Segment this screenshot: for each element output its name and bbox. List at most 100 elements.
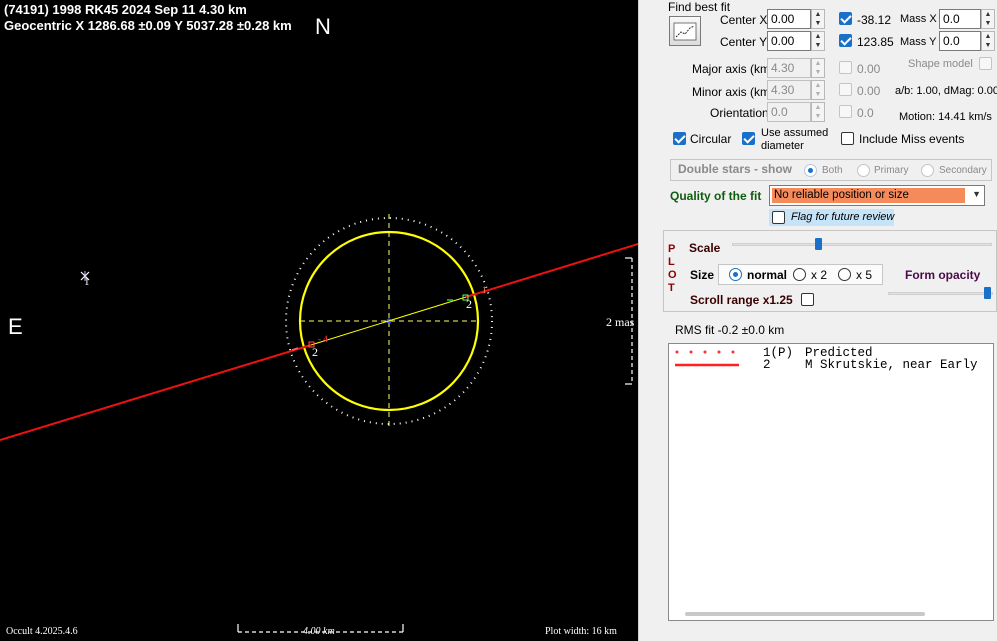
opacity-slider[interactable] [888,287,993,301]
geocentric-coords: Geocentric X 1286.68 ±0.09 Y 5037.28 ±0.… [4,18,292,33]
double-both-radio[interactable] [804,164,817,177]
star-label: 1 [84,276,90,288]
include-miss-checkbox[interactable] [841,132,854,145]
mass-y-input[interactable]: 0.0 [939,31,981,51]
mass-x-label: Mass X [900,13,937,25]
east-label: E [8,314,23,339]
ab-dmag-label: a/b: 1.00, dMag: 0.00 [895,85,997,97]
size-x5-label: x 5 [856,268,873,282]
plot-letter-t: T [668,282,675,294]
opacity-slider-thumb[interactable] [984,287,991,299]
flag-review-label: Flag for future review [791,211,895,223]
observer-line-swatch [675,363,739,367]
plot-width-label: Plot width: 16 km [545,626,617,637]
chord-line-west [0,344,312,441]
find-best-fit-label: Find best fit [668,0,731,14]
observer-legend[interactable]: 1(P) Predicted 2 M Skrutskie, near Early [668,343,994,621]
chord-tick-west: - 4 [318,334,328,344]
mass-y-spinner[interactable]: ▲ ▼ [981,31,995,51]
center-x-result: -38.12 [857,13,892,27]
scale-slider[interactable] [732,238,992,252]
minor-axis-label: Minor axis (km) [692,85,775,99]
center-y-spinner[interactable]: ▲ ▼ [811,31,825,51]
double-primary-radio[interactable] [857,164,870,177]
center-x-fit-checkbox[interactable] [839,12,852,25]
plot-canvas [0,214,638,633]
find-best-fit-button[interactable] [669,16,701,46]
size-normal-label: normal [747,268,788,282]
trend-chart-icon [673,22,697,41]
center-y-label: Center Y [720,35,768,49]
center-y-input[interactable]: 0.00 [767,31,811,51]
minor-axis-spinner[interactable]: ▲ ▼ [811,80,825,100]
circular-checkbox[interactable] [673,132,686,145]
scale-slider-thumb[interactable] [815,238,822,250]
center-x-label: Center X [720,13,768,27]
horizontal-scale-label: 4.00 km [303,626,335,637]
double-primary-label: Primary [874,165,909,176]
major-axis-spinner[interactable]: ▲ ▼ [811,58,825,78]
legend-row-observer: 2 M Skrutskie, near Early [673,358,993,373]
use-assumed-label-1: Use assumed [761,127,829,139]
orientation-result: 0.0 [857,106,874,120]
quality-label: Quality of the fit [670,189,762,203]
version-label: Occult 4.2025.4.6 [6,626,78,637]
size-normal-radio[interactable] [729,268,742,281]
rms-fit-label: RMS fit -0.2 ±0.0 km [675,323,785,337]
chord-label-east: 2 [466,297,472,311]
size-x2-radio[interactable] [793,268,806,281]
legend-text-observer: M Skrutskie, near Early [805,358,978,372]
mass-y-label: Mass Y [900,36,937,48]
use-assumed-diameter-checkbox[interactable] [742,132,755,145]
double-secondary-radio[interactable] [921,164,934,177]
plot-letter-p: P [668,243,676,255]
size-label: Size [690,268,715,282]
orientation-spinner[interactable]: ▲ ▼ [811,102,825,122]
north-label: N [315,14,331,39]
scale-slider-track [732,243,992,246]
size-x2-label: x 2 [811,268,828,282]
plot-letter-l: L [668,256,675,268]
quality-select[interactable]: No reliable position or size ▼ [769,185,985,206]
size-x5-radio[interactable] [838,268,851,281]
major-axis-label: Major axis (km) [692,62,775,76]
legend-hscroll[interactable] [685,612,925,616]
motion-label: Motion: 14.41 km/s [899,111,992,123]
plot-vertical-label: P L O T [668,243,677,295]
double-secondary-label: Secondary [939,165,987,176]
double-both-label: Both [822,165,843,176]
shape-model-checkbox[interactable] [979,57,992,70]
orientation-label: Orientation [710,106,769,120]
opacity-slider-track [888,292,993,295]
center-y-result: 123.85 [857,35,894,49]
include-miss-label: Include Miss events [859,132,965,146]
flag-review-checkbox[interactable] [772,211,785,224]
quality-value: No reliable position or size [772,188,965,203]
legend-num-observer: 2 [763,358,771,372]
use-assumed-label-2: diameter [761,140,804,152]
scroll-range-checkbox[interactable] [801,293,814,306]
double-stars-label: Double stars - show [678,162,793,176]
occultation-plot[interactable]: (74191) 1998 RK45 2024 Sep 11 4.30 km Ge… [0,0,638,641]
chord-tick-east: 1 [482,285,487,295]
scale-label: Scale [689,241,721,255]
major-axis-fit-checkbox[interactable] [839,61,852,74]
minor-axis-result: 0.00 [857,84,881,98]
center-y-fit-checkbox[interactable] [839,34,852,47]
orientation-input[interactable]: 0.0 [767,102,811,122]
mass-x-input[interactable]: 0.0 [939,9,981,29]
major-axis-result: 0.00 [857,62,881,76]
shape-model-label: Shape model [908,58,973,70]
minor-axis-input[interactable]: 4.30 [767,80,811,100]
mass-x-spinner[interactable]: ▲ ▼ [981,9,995,29]
scroll-range-label: Scroll range x1.25 [690,293,793,307]
circular-label: Circular [690,132,732,146]
form-opacity-label: Form opacity [905,268,981,282]
vertical-scale-label: 2 mas [606,315,635,329]
plot-letter-o: O [668,269,677,281]
major-axis-input[interactable]: 4.30 [767,58,811,78]
center-x-input[interactable]: 0.00 [767,9,811,29]
center-x-spinner[interactable]: ▲ ▼ [811,9,825,29]
minor-axis-fit-checkbox[interactable] [839,83,852,96]
orientation-fit-checkbox[interactable] [839,105,852,118]
